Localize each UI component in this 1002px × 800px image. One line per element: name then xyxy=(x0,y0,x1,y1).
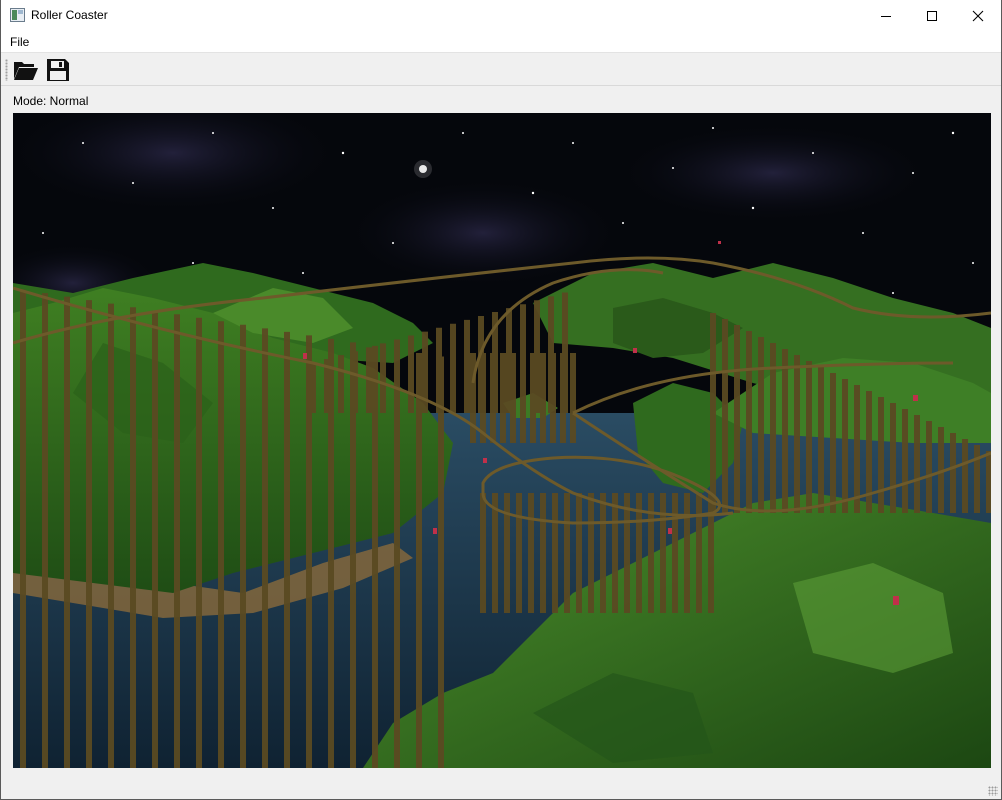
window-title: Roller Coaster xyxy=(31,8,108,22)
3d-viewport[interactable] xyxy=(13,113,991,768)
title-bar[interactable]: Roller Coaster xyxy=(1,0,1001,31)
resize-grip[interactable] xyxy=(988,786,998,796)
menu-bar: File xyxy=(1,31,1001,52)
toolbar xyxy=(1,52,1001,86)
toolbar-grip[interactable] xyxy=(5,59,8,81)
folder-open-icon xyxy=(14,62,38,80)
close-button[interactable] xyxy=(955,0,1001,31)
app-icon xyxy=(10,8,25,22)
minimize-icon xyxy=(881,15,891,17)
minimize-button[interactable] xyxy=(863,0,909,31)
floppy-disk-icon xyxy=(47,59,69,81)
open-button[interactable] xyxy=(12,56,40,84)
menu-file[interactable]: File xyxy=(4,33,35,51)
save-button[interactable] xyxy=(44,56,72,84)
maximize-button[interactable] xyxy=(909,0,955,31)
mode-label: Mode: Normal xyxy=(13,94,89,108)
roller-coaster-scene xyxy=(13,113,991,768)
close-icon xyxy=(972,10,984,21)
maximize-icon xyxy=(927,10,937,21)
app-window: Roller Coaster File Mode: Normal xyxy=(0,0,1002,800)
